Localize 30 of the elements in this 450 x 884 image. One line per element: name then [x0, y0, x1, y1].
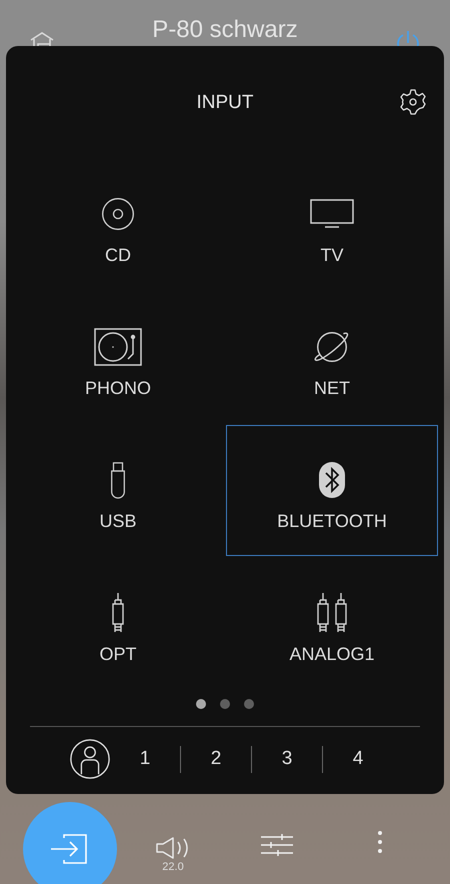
user-icon[interactable] — [69, 738, 111, 780]
volume-value: 22.0 — [162, 861, 184, 873]
input-option[interactable]: PHONO — [12, 292, 224, 423]
enter-arrow-icon — [50, 834, 90, 864]
equalizer-icon[interactable] — [260, 834, 294, 856]
page-dot[interactable] — [220, 699, 230, 709]
preset-button[interactable]: 2 — [196, 748, 236, 770]
input-option[interactable]: CD — [12, 159, 224, 290]
settings-icon[interactable] — [398, 87, 428, 117]
cable-plug-icon — [110, 592, 126, 634]
disc-icon — [100, 196, 136, 232]
input-option[interactable]: NET — [226, 292, 438, 423]
preset-button[interactable]: 4 — [338, 748, 378, 770]
more-icon[interactable] — [377, 830, 383, 854]
cable-plugs-icon — [315, 592, 349, 634]
page-dot[interactable] — [196, 699, 206, 709]
input-option[interactable]: USB — [12, 425, 224, 556]
bluetooth-icon — [318, 461, 346, 499]
device-name: P-80 schwarz — [152, 16, 298, 44]
preset-button[interactable]: 1 — [125, 748, 165, 770]
input-option[interactable]: BLUETOOTH — [226, 425, 438, 556]
input-option[interactable]: ANALOG1 — [226, 558, 438, 689]
page-dot[interactable] — [244, 699, 254, 709]
input-option[interactable]: OPT — [12, 558, 224, 689]
turntable-icon — [94, 328, 142, 366]
tv-icon — [310, 199, 354, 229]
usb-stick-icon — [109, 460, 127, 500]
panel-title: INPUT — [196, 92, 254, 114]
input-option[interactable]: TV — [226, 159, 438, 290]
preset-button[interactable]: 3 — [267, 748, 307, 770]
